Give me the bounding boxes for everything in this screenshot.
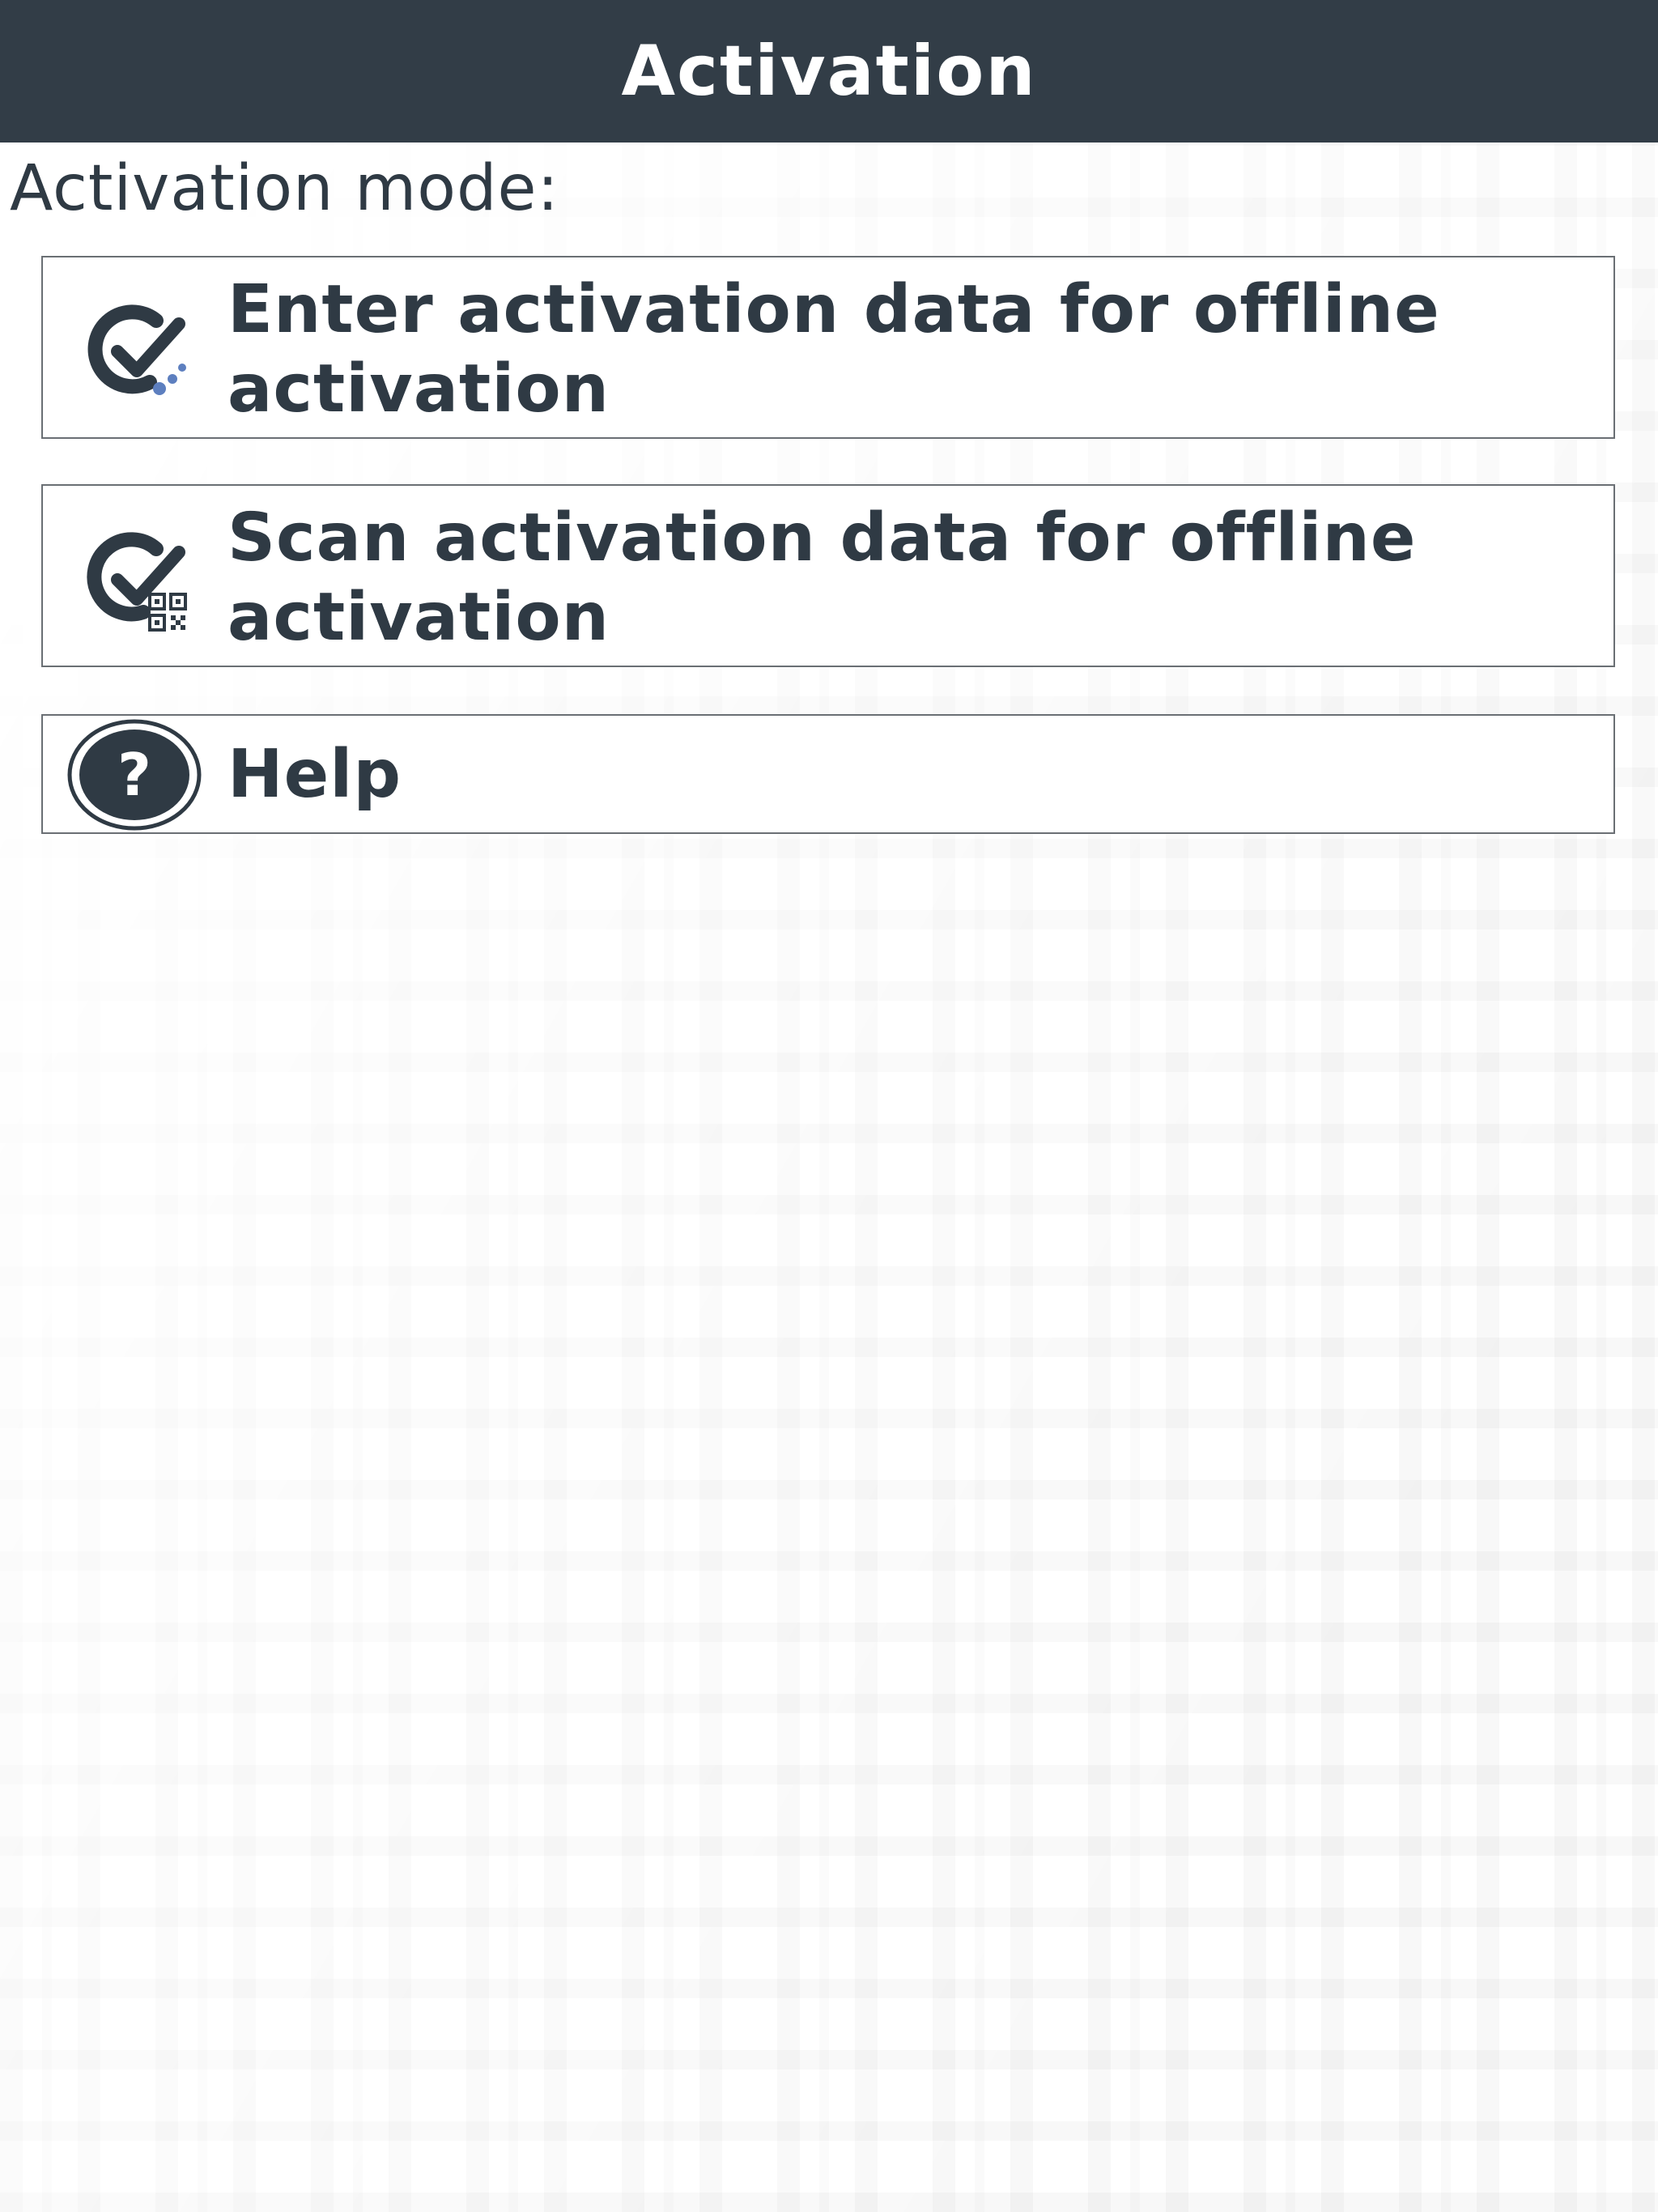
page-title: Activation [621, 31, 1037, 112]
background-pattern [0, 143, 1658, 2212]
check-dots-icon [75, 288, 197, 410]
help-button[interactable]: ? Help [41, 714, 1615, 834]
app-header: Activation [0, 0, 1658, 143]
scan-offline-activation-button[interactable]: Scan activation data for offline activat… [41, 484, 1615, 667]
svg-text:?: ? [117, 741, 151, 809]
help-label: Help [227, 736, 402, 813]
enter-offline-activation-label: Enter activation data for offline activa… [227, 271, 1440, 428]
scan-offline-activation-label: Scan activation data for offline activat… [227, 500, 1417, 656]
check-qr-icon [75, 517, 197, 638]
enter-offline-activation-button[interactable]: Enter activation data for offline activa… [41, 256, 1615, 439]
activation-mode-label: Activation mode: [10, 152, 559, 225]
help-circle-icon: ? [66, 716, 203, 834]
